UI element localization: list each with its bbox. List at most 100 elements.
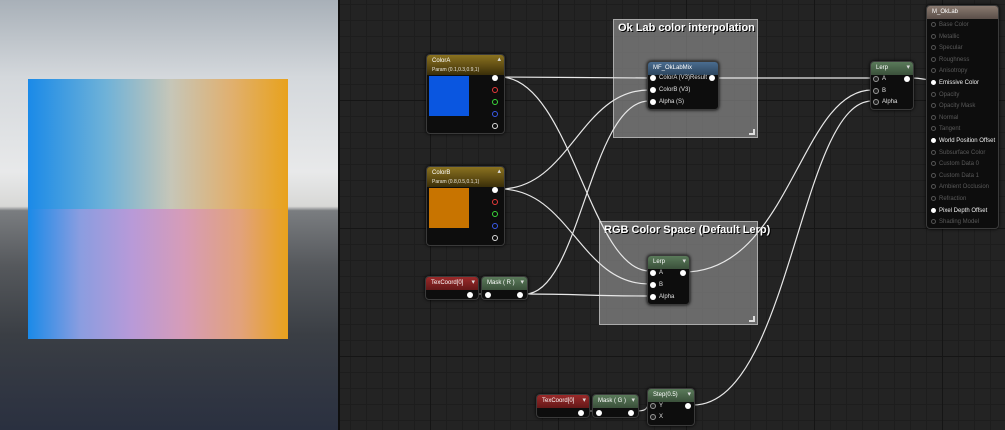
- wire: [499, 76, 650, 79]
- chevron-down-icon[interactable]: ▾: [520, 278, 524, 287]
- material-input-pin[interactable]: [931, 22, 936, 27]
- material-input-pin[interactable]: [931, 172, 936, 178]
- step-x-pin[interactable]: [650, 414, 656, 420]
- mask-g-output-pin[interactable]: [628, 410, 634, 416]
- lerp-output-pin[interactable]: [904, 76, 910, 82]
- material-input-label: Roughness: [939, 56, 970, 63]
- material-input-pin[interactable]: [931, 103, 936, 109]
- alpha-input-pin[interactable]: [650, 99, 656, 105]
- material-input-pin[interactable]: [931, 91, 936, 97]
- material-input-row[interactable]: Anisotropy: [931, 68, 967, 74]
- colorA-rgb-pin[interactable]: [492, 75, 498, 81]
- colorB-rgb-pin[interactable]: [492, 187, 498, 193]
- material-input-row[interactable]: Ambient Occlusion: [931, 184, 989, 190]
- chevron-down-icon[interactable]: ▾: [682, 257, 686, 266]
- colorB-r-pin[interactable]: [492, 199, 498, 205]
- colorA-r-pin[interactable]: [492, 87, 498, 93]
- colorA-node[interactable]: ColorA ▴ Param (0.1,0.3,0.9,1): [426, 54, 505, 134]
- material-graph-canvas[interactable]: Ok Lab color interpolation RGB Color Spa…: [340, 0, 1005, 430]
- colorA-b-pin[interactable]: [492, 111, 498, 117]
- lerp-a-label: A: [659, 270, 664, 276]
- material-input-pin[interactable]: [931, 138, 936, 143]
- material-input-row[interactable]: World Position Offset: [931, 138, 995, 144]
- material-input-row[interactable]: Normal: [931, 114, 958, 121]
- material-input-pin[interactable]: [931, 149, 936, 155]
- chevron-up-icon[interactable]: ▴: [497, 168, 501, 176]
- lerp-b-pin[interactable]: [650, 282, 656, 288]
- lerp-alpha-pin[interactable]: [873, 99, 879, 105]
- colorB-a-pin[interactable]: [492, 235, 498, 241]
- material-input-row[interactable]: Tangent: [931, 126, 960, 132]
- material-input-pin[interactable]: [931, 45, 936, 51]
- material-output-node[interactable]: M_OkLab Base Color Metallic Specular Roughn…: [926, 5, 999, 229]
- mask-r-input-pin[interactable]: [485, 292, 491, 298]
- material-input-row[interactable]: Opacity: [931, 91, 959, 98]
- chevron-down-icon[interactable]: ▾: [471, 278, 475, 287]
- wire: [499, 89, 650, 190]
- material-input-pin[interactable]: [931, 68, 936, 74]
- material-input-pin[interactable]: [931, 56, 936, 62]
- material-input-row[interactable]: Metallic: [931, 33, 959, 40]
- material-input-row[interactable]: Base Color: [931, 22, 969, 28]
- material-input-row[interactable]: Specular: [931, 45, 963, 51]
- colorB-input-pin[interactable]: [650, 87, 656, 93]
- texcoord-node-2[interactable]: TexCoord[0] ▾: [536, 394, 590, 418]
- chevron-down-icon[interactable]: ▾: [687, 390, 691, 399]
- mask-r-node[interactable]: Mask ( R ) ▾: [481, 276, 528, 300]
- lerp-a-pin[interactable]: [650, 270, 656, 276]
- material-input-pin[interactable]: [931, 33, 936, 39]
- material-input-row[interactable]: Shading Model: [931, 219, 979, 225]
- colorB-g-pin[interactable]: [492, 211, 498, 217]
- texcoord-node-1[interactable]: TexCoord[0] ▾: [425, 276, 479, 300]
- lerp-alpha-pin[interactable]: [650, 294, 656, 300]
- lerp-final-node[interactable]: Lerp ▾ A B Alpha: [870, 61, 914, 110]
- material-input-pin[interactable]: [931, 207, 936, 213]
- material-input-pin[interactable]: [931, 114, 936, 120]
- material-input-pin[interactable]: [931, 80, 936, 85]
- wire: [499, 188, 650, 285]
- mask-g-node[interactable]: Mask ( G ) ▾: [592, 394, 639, 418]
- chevron-down-icon[interactable]: ▾: [906, 63, 910, 72]
- colorA-a-pin[interactable]: [492, 123, 498, 129]
- colorA-title: ColorA: [432, 58, 451, 64]
- preview-viewport[interactable]: [0, 0, 338, 430]
- mf-oklabmix-node[interactable]: MF_OkLabMix ColorA (V3) Result ColorB (V…: [647, 61, 719, 110]
- texcoord-output-pin[interactable]: [578, 410, 584, 416]
- material-input-row[interactable]: Emissive Color: [931, 80, 979, 86]
- material-input-row[interactable]: Custom Data 0: [931, 161, 979, 167]
- lerp-a-pin[interactable]: [873, 76, 879, 82]
- colorA-g-pin[interactable]: [492, 99, 498, 105]
- chevron-down-icon[interactable]: ▾: [582, 396, 586, 405]
- mask-g-input-pin[interactable]: [596, 410, 602, 416]
- material-input-pin[interactable]: [931, 161, 936, 167]
- chevron-down-icon[interactable]: ▾: [631, 396, 635, 405]
- material-input-pin[interactable]: [931, 184, 936, 190]
- material-input-row[interactable]: Custom Data 1: [931, 172, 979, 179]
- colorB-node[interactable]: ColorB ▴ Param (0.8,0.5,0.1,1): [426, 166, 505, 246]
- colorB-b-pin[interactable]: [492, 223, 498, 229]
- step-y-pin[interactable]: [650, 403, 656, 409]
- mask-r-output-pin[interactable]: [517, 292, 523, 298]
- material-input-pin[interactable]: [931, 126, 936, 132]
- step-output-pin[interactable]: [685, 403, 691, 409]
- wire: [499, 76, 650, 272]
- lerp-b-pin[interactable]: [873, 88, 879, 94]
- lerp-rgb-node[interactable]: Lerp ▾ A B Alpha: [647, 255, 690, 305]
- material-input-label: Specular: [939, 45, 963, 52]
- material-input-pin[interactable]: [931, 219, 936, 225]
- material-input-row[interactable]: Refraction: [931, 196, 966, 202]
- material-title: M_OkLab: [932, 9, 959, 15]
- chevron-up-icon[interactable]: ▴: [497, 56, 501, 64]
- material-input-label: Custom Data 0: [939, 161, 980, 168]
- step-node[interactable]: Step(0.5) ▾ Y X: [647, 388, 695, 426]
- lerp-output-pin[interactable]: [680, 270, 686, 276]
- material-input-row[interactable]: Subsurface Color: [931, 149, 985, 156]
- step-y-label: Y: [659, 403, 664, 409]
- material-input-row[interactable]: Opacity Mask: [931, 103, 975, 109]
- texcoord-output-pin[interactable]: [467, 292, 473, 298]
- result-output-pin[interactable]: [709, 75, 715, 81]
- material-input-row[interactable]: Pixel Depth Offset: [931, 207, 987, 214]
- material-input-pin[interactable]: [931, 196, 936, 201]
- material-input-row[interactable]: Roughness: [931, 56, 970, 63]
- colorA-input-pin[interactable]: [650, 75, 656, 81]
